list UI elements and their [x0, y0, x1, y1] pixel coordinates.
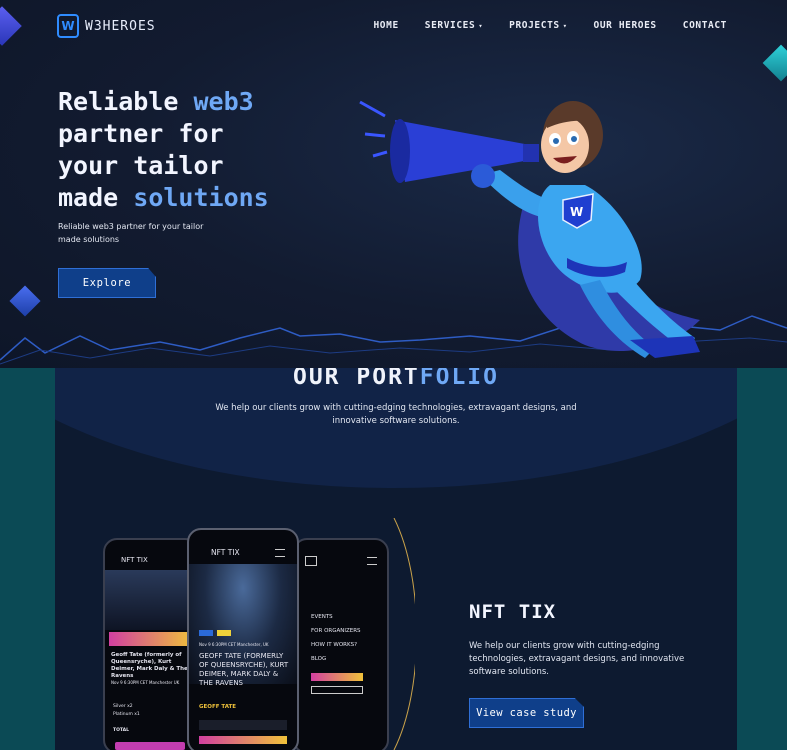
headline-line-3: your tailor	[58, 151, 224, 180]
phone-mid-brand: NFT TIX	[211, 548, 240, 557]
phone-left-event-title: Geoff Tate (formerly of Queensryche), Ku…	[111, 652, 188, 679]
phone-mid-buy-button	[199, 736, 287, 744]
phone-mid-badge-2	[217, 630, 231, 636]
headline-highlight: solutions	[133, 183, 269, 212]
case-study-title: NFT TIX	[469, 601, 557, 623]
headline-part: made	[58, 183, 134, 212]
svg-text:W: W	[570, 205, 583, 219]
decor-diamond-top-left	[0, 6, 22, 46]
nav-home-label: HOME	[373, 20, 399, 31]
nav-services[interactable]: SERVICES ▾	[425, 20, 483, 31]
phone-left-total: TOTAL	[113, 728, 129, 733]
phone-mid-badge-1	[199, 630, 213, 636]
nav-home[interactable]: HOME	[373, 20, 398, 31]
nav-contact-label: CONTACT	[682, 20, 727, 31]
phone-mid-date: Nov 9 6:30PM CET Manchester, UK	[199, 642, 269, 647]
phone-mid-title: GEOFF TATE (FORMERLY OF QUEENSRYCHE), KU…	[199, 652, 289, 687]
top-navigation: W W3HEROES HOME SERVICES ▾ PROJECTS ▾ OUR …	[57, 14, 727, 42]
headline-highlight: web3	[193, 87, 254, 116]
phone-left-brand: NFT TIX	[121, 556, 148, 564]
portfolio-title: OUR PORTFOLIO	[55, 368, 737, 390]
hero-mascot-illustration: W	[359, 100, 700, 358]
headline-line-2: partner for	[58, 119, 224, 148]
phone-right-menu-organizers: FOR ORGANIZERS	[311, 628, 361, 634]
nav-our-heroes-label: OUR HEROES	[593, 20, 657, 31]
phone-right-menu-how: HOW IT WORKS?	[311, 642, 357, 648]
hero-subtext: Reliable web3 partner for your tailor ma…	[58, 222, 204, 244]
hero-headline: Reliable web3 partner for your tailor ma…	[58, 86, 298, 214]
nav-services-label: SERVICES	[424, 20, 476, 31]
brand-name: W3HEROES	[85, 18, 156, 34]
nav-contact[interactable]: CONTACT	[683, 20, 727, 31]
nft-tix-phone-mockups: NFT TIX Geoff Tate (formerly of Queensry…	[103, 528, 403, 750]
phone-left-row-1: Silver x2	[113, 704, 133, 709]
hamburger-menu-icon	[367, 557, 377, 565]
phone-right-menu-blog: BLOG	[311, 656, 327, 662]
decor-diamond-right	[762, 44, 787, 82]
headline-part: Reliable	[58, 87, 194, 116]
phone-left-date: Nov 9 6:30PM CET Manchester UK	[111, 680, 180, 685]
phone-left-buy-button	[115, 742, 185, 750]
explore-button-label: Explore	[82, 277, 132, 289]
hamburger-menu-icon	[275, 549, 285, 557]
logo-shield-icon: W	[57, 14, 79, 38]
phone-right-menu-events: EVENTS	[311, 614, 333, 620]
phone-left-row-2: Platinum x1	[113, 712, 140, 717]
phone-right-logo-icon	[305, 556, 317, 566]
phone-right-login-button	[311, 686, 363, 694]
portfolio-title-highlight: FOLIO	[419, 368, 500, 390]
hero-section: W W3HEROES HOME SERVICES ▾ PROJECTS ▾ OUR …	[0, 0, 787, 368]
nav-projects-label: PROJECTS	[509, 20, 560, 31]
phone-mockup-right: EVENTS FOR ORGANIZERS HOW IT WORKS? BLOG	[293, 538, 389, 750]
phone-mid-tag: GEOFF TATE	[199, 704, 237, 710]
chevron-down-icon: ▾	[562, 22, 568, 30]
phone-left-concert-image	[105, 570, 197, 630]
chevron-down-icon: ▾	[478, 22, 484, 30]
nav-our-heroes[interactable]: OUR HEROES	[594, 20, 657, 31]
portfolio-section: OUR PORTFOLIO We help our clients grow w…	[55, 368, 737, 750]
phone-mockup-middle: NFT TIX Nov 9 6:30PM CET Manchester, UK …	[187, 528, 299, 750]
portfolio-subtitle: We help our clients grow with cutting-ed…	[215, 403, 577, 426]
explore-button[interactable]: Explore	[58, 268, 156, 298]
view-case-study-label: View case study	[476, 707, 577, 719]
phone-left-price-banner	[109, 632, 193, 646]
brand-logo[interactable]: W W3HEROES	[57, 14, 156, 38]
phone-right-signup-button	[311, 673, 363, 681]
phone-mid-description-block	[199, 720, 287, 730]
view-case-study-button[interactable]: View case study	[469, 698, 584, 728]
phone-mockup-left: NFT TIX Geoff Tate (formerly of Queensry…	[103, 538, 199, 750]
portfolio-title-part: OUR PORT	[292, 368, 420, 390]
nav-projects[interactable]: PROJECTS ▾	[509, 20, 567, 31]
case-study-description: We help our clients grow with cutting-ed…	[469, 641, 685, 677]
